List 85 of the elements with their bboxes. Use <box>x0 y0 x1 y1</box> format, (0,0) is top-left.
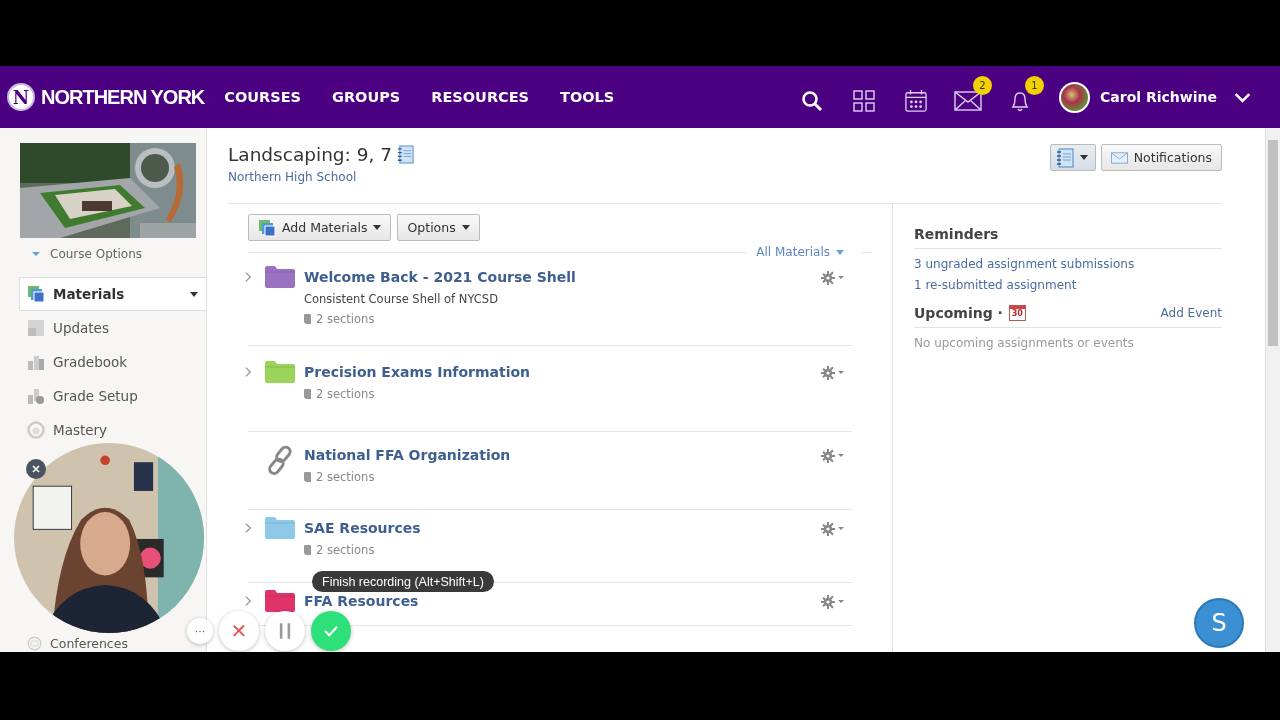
course-title: Landscaping: 9, 7 <box>228 144 393 165</box>
upcoming-heading: Upcoming · <box>914 305 1003 321</box>
gear-menu-icon[interactable] <box>821 271 845 285</box>
logo[interactable]: N NORTHERN YORK <box>7 83 205 111</box>
envelope-icon <box>1110 151 1128 164</box>
updates-icon <box>27 319 45 337</box>
caret-icon <box>1079 155 1088 160</box>
add-materials-button[interactable]: Add Materials <box>248 214 392 241</box>
material-title-link[interactable]: FFA Resources <box>304 593 419 609</box>
sidebar-item[interactable]: Mastery <box>19 413 206 447</box>
more-button[interactable]: ··· <box>187 618 213 644</box>
nav-link[interactable]: RESOURCES <box>431 89 530 105</box>
chevron-right-icon[interactable] <box>244 522 252 534</box>
caret-icon <box>32 252 40 256</box>
sections-count: 2 sections <box>316 312 375 326</box>
cancel-recording-button[interactable]: ✕ <box>219 611 259 651</box>
chevron-right-icon[interactable] <box>244 271 252 283</box>
count-badge: 2 <box>973 76 993 95</box>
notebook-dropdown-button[interactable] <box>1049 144 1096 171</box>
logo-icon: N <box>7 83 35 111</box>
gear-menu-icon[interactable] <box>821 449 845 463</box>
empty-message: No upcoming assignments or events <box>914 336 1135 350</box>
school-link[interactable]: Northern High School <box>228 170 415 184</box>
chevron-right-icon[interactable] <box>244 595 252 607</box>
material-description: Consistent Course Shell of NYCSD <box>304 292 499 306</box>
reminder-link[interactable]: 1 re-submitted assignment <box>914 278 1222 292</box>
check-icon <box>323 625 339 637</box>
material-title-link[interactable]: Welcome Back - 2021 Course Shell <box>304 269 576 285</box>
caret-icon <box>836 249 844 255</box>
sections-count: 2 sections <box>316 470 375 484</box>
nav-link[interactable]: COURSES <box>224 89 301 105</box>
sidebar-item[interactable]: Grade Setup <box>19 379 206 413</box>
chevron-down-icon <box>1234 91 1251 103</box>
pause-button[interactable] <box>265 611 305 651</box>
search-icon <box>801 90 824 112</box>
filter-dropdown[interactable]: All Materials <box>756 245 844 259</box>
add-event-link[interactable]: Add Event <box>1160 306 1222 320</box>
material-title-link[interactable]: SAE Resources <box>304 520 421 536</box>
materials-icon <box>258 218 276 237</box>
material-title-link[interactable]: National FFA Organization <box>304 447 511 463</box>
mail-button[interactable]: 2 <box>942 75 995 119</box>
options-button[interactable]: Options <box>397 214 480 241</box>
chat-icon <box>27 636 42 651</box>
notebook-icon <box>397 145 415 164</box>
caret-icon <box>190 291 198 297</box>
sidebar-item[interactable]: Updates <box>19 311 206 345</box>
chain-link-icon <box>265 444 295 476</box>
envelope-icon <box>954 91 983 111</box>
sections-count: 2 sections <box>316 543 375 557</box>
materials-icon <box>27 285 45 303</box>
notebook-icon <box>1055 147 1074 168</box>
material-title-link[interactable]: Precision Exams Information <box>304 364 531 380</box>
chevron-right-icon[interactable] <box>244 366 252 378</box>
sidebar-item[interactable]: Conferences <box>19 635 137 652</box>
gear-menu-icon[interactable] <box>821 366 845 380</box>
avatar-icon <box>1059 81 1091 113</box>
caret-icon <box>373 225 382 230</box>
gear-menu-icon[interactable] <box>821 595 845 609</box>
sections-icon <box>304 545 311 555</box>
caret-icon <box>461 225 470 230</box>
bar-chart-icon <box>27 353 45 371</box>
nav-link[interactable]: GROUPS <box>332 89 401 105</box>
nav-link[interactable]: TOOLS <box>560 89 615 105</box>
bell-button[interactable]: 1 <box>994 75 1047 119</box>
notifications-button[interactable]: Notifications <box>1100 144 1222 171</box>
sidebar-item[interactable]: Gradebook <box>19 345 206 379</box>
sections-icon <box>304 314 311 324</box>
user-menu[interactable]: Carol Richwine <box>1059 81 1251 113</box>
gear-menu-icon[interactable] <box>821 522 845 536</box>
calendar-icon: 30 <box>1008 305 1026 321</box>
reminder-link[interactable]: 3 ungraded assignment submissions <box>914 257 1222 271</box>
sections-icon <box>304 472 311 482</box>
reminders-heading: Reminders <box>914 226 999 242</box>
tooltip: Finish recording (Alt+Shift+L) <box>312 571 494 592</box>
sidebar-item[interactable]: Materials <box>19 277 206 311</box>
count-badge: 1 <box>1025 76 1045 95</box>
sections-count: 2 sections <box>316 387 375 401</box>
close-icon <box>31 464 41 474</box>
sections-icon <box>304 389 311 399</box>
grid-icon <box>853 90 876 112</box>
calendar-icon <box>905 90 928 112</box>
course-options-link[interactable]: Course Options <box>32 247 142 261</box>
pause-icon <box>279 623 291 639</box>
scrollbar[interactable] <box>1265 128 1280 652</box>
mastery-icon <box>27 421 45 439</box>
